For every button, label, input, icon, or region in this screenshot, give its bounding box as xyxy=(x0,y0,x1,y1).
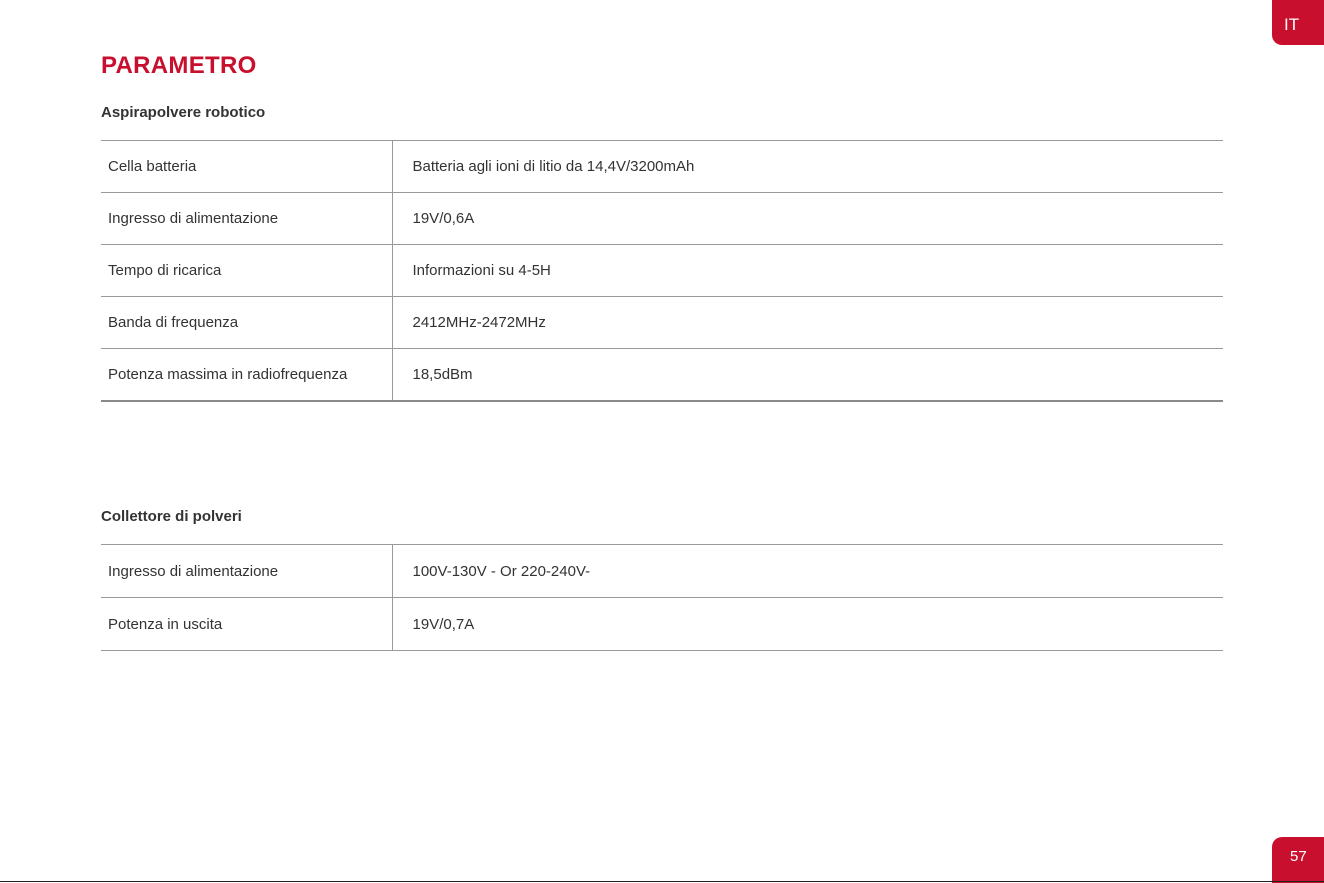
spec-label: Potenza in uscita xyxy=(101,597,393,651)
page-number: 57 xyxy=(1290,848,1307,865)
spec-value: 100V-130V - Or 220-240V- xyxy=(392,544,1223,598)
language-tab: IT xyxy=(1272,0,1324,45)
language-code: IT xyxy=(1284,15,1300,34)
table-row: Potenza in uscita 19V/0,7A xyxy=(101,597,1223,651)
spec-label: Potenza massima in radiofrequenza xyxy=(101,348,393,402)
table-row: Banda di frequenza 2412MHz-2472MHz xyxy=(101,296,1223,349)
spec-value: 2412MHz-2472MHz xyxy=(392,296,1223,349)
spec-value: 19V/0,7A xyxy=(392,597,1223,651)
bottom-divider xyxy=(0,881,1324,882)
page-number-tab: 57 xyxy=(1272,837,1324,883)
dust-section-heading: Collettore di polveri xyxy=(101,508,242,525)
spec-value: 19V/0,6A xyxy=(392,192,1223,245)
robot-section-heading: Aspirapolvere robotico xyxy=(101,104,266,121)
table-row: Potenza massima in radiofrequenza 18,5dB… xyxy=(101,348,1223,402)
spec-value: Batteria agli ioni di litio da 14,4V/320… xyxy=(392,140,1223,193)
spec-label: Banda di frequenza xyxy=(101,296,393,349)
spec-label: Ingresso di alimentazione xyxy=(101,544,393,598)
table-row: Ingresso di alimentazione 100V-130V - Or… xyxy=(101,544,1223,598)
table-row: Ingresso di alimentazione 19V/0,6A xyxy=(101,192,1223,245)
table-row: Cella batteria Batteria agli ioni di lit… xyxy=(101,140,1223,193)
robot-spec-table: Cella batteria Batteria agli ioni di lit… xyxy=(101,140,1223,402)
spec-value: Informazioni su 4-5H xyxy=(392,244,1223,297)
spec-label: Cella batteria xyxy=(101,140,393,193)
page-title: PARAMETRO xyxy=(101,52,257,79)
spec-value: 18,5dBm xyxy=(392,348,1223,402)
dust-collector-spec-table: Ingresso di alimentazione 100V-130V - Or… xyxy=(101,544,1223,651)
spec-label: Ingresso di alimentazione xyxy=(101,192,393,245)
spec-label: Tempo di ricarica xyxy=(101,244,393,297)
table-row: Tempo di ricarica Informazioni su 4-5H xyxy=(101,244,1223,297)
